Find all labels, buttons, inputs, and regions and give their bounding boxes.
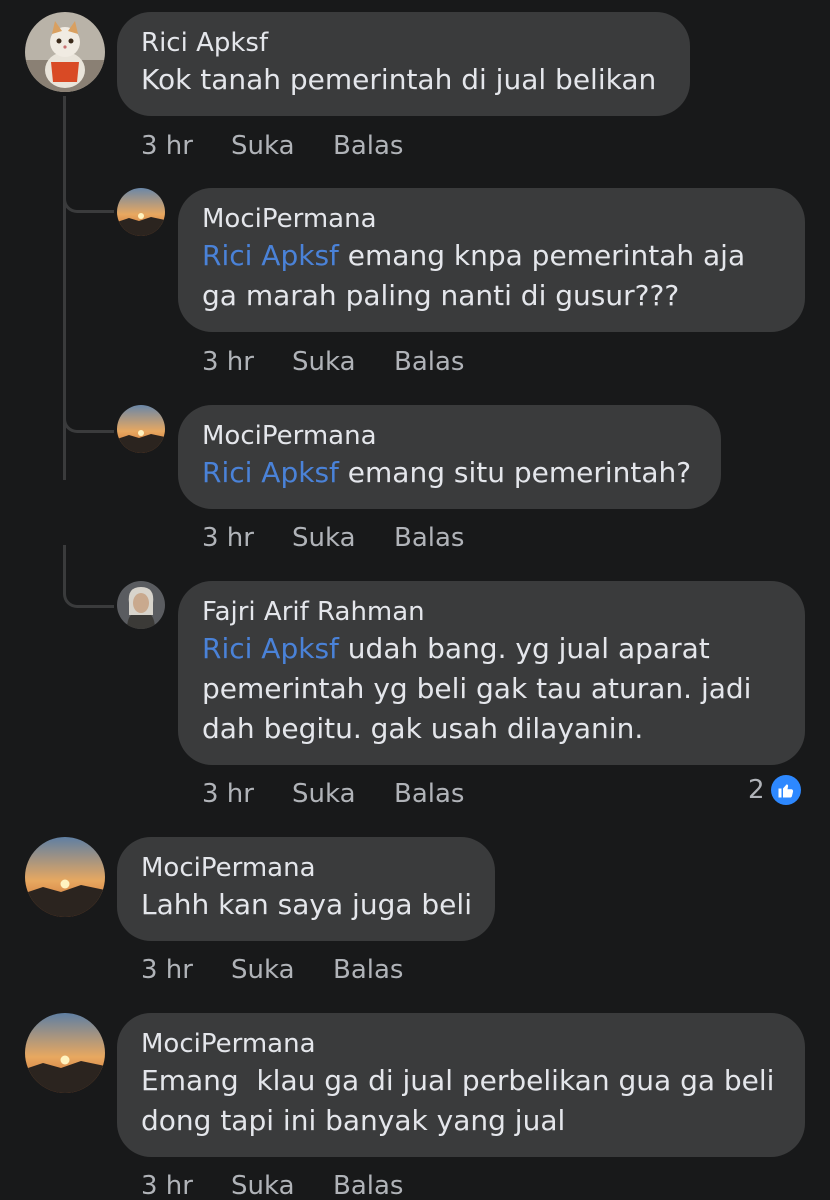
mention-link[interactable]: Rici Apksf <box>202 239 339 272</box>
comment-actions: 3 hr Suka Balas <box>202 345 502 379</box>
avatar-sunset[interactable] <box>25 837 105 917</box>
comment-actions: 3 hr Suka Balas <box>202 777 502 811</box>
sunset-avatar-image <box>25 837 105 917</box>
like-button[interactable]: Suka <box>231 1169 295 1200</box>
comment-time[interactable]: 3 hr <box>141 953 193 987</box>
thread-branch <box>63 370 114 433</box>
comment-text: ga marah paling nanti di gusur??? <box>202 279 680 312</box>
comment-text: Rici Apksf udah bang. yg jual aparat <box>202 632 710 665</box>
reply-button[interactable]: Balas <box>333 953 403 987</box>
reply-button[interactable]: Balas <box>394 345 464 379</box>
mention-link[interactable]: Rici Apksf <box>202 456 339 489</box>
reply-button[interactable]: Balas <box>333 1169 403 1200</box>
comment-time[interactable]: 3 hr <box>202 777 254 811</box>
thread-branch <box>63 150 114 213</box>
avatar-cat[interactable] <box>25 12 105 92</box>
reaction-summary[interactable]: 2 <box>748 775 801 805</box>
comment-author[interactable]: Fajri Arif Rahman <box>202 595 781 629</box>
avatar-sunset[interactable] <box>117 188 165 236</box>
comment-text: Emang klau ga di jual perbelikan gua ga … <box>141 1064 775 1097</box>
comment-actions: 3 hr Suka Balas <box>141 953 441 987</box>
comment-text: dong tapi ini banyak yang jual <box>141 1104 566 1137</box>
thumbs-up-icon <box>770 775 801 805</box>
reply-button[interactable]: Balas <box>394 777 464 811</box>
avatar-portrait[interactable] <box>117 581 165 629</box>
mention-link[interactable]: Rici Apksf <box>202 632 339 665</box>
reply-button[interactable]: Balas <box>333 129 403 163</box>
sunset-avatar-image <box>117 405 165 453</box>
comment-actions: 3 hr Suka Balas <box>141 1169 441 1200</box>
comment-text: pemerintah yg beli gak tau aturan. jadi <box>202 672 752 705</box>
portrait-avatar-image <box>117 581 165 629</box>
comment-text: dah begitu. gak usah dilayanin. <box>202 712 644 745</box>
comment-thread: Rici Apksf Kok tanah pemerintah di jual … <box>0 0 830 1200</box>
comment-actions: 3 hr Suka Balas <box>141 129 441 163</box>
reaction-count: 2 <box>748 775 765 805</box>
like-button[interactable]: Suka <box>292 777 356 811</box>
comment-bubble[interactable]: Rici Apksf Kok tanah pemerintah di jual … <box>117 12 690 116</box>
reply-button[interactable]: Balas <box>394 521 464 555</box>
like-button[interactable]: Suka <box>231 953 295 987</box>
comment-actions: 3 hr Suka Balas <box>202 521 502 555</box>
sunset-avatar-image <box>25 1013 105 1093</box>
sunset-avatar-image <box>117 188 165 236</box>
avatar-sunset[interactable] <box>25 1013 105 1093</box>
like-button[interactable]: Suka <box>292 521 356 555</box>
comment-time[interactable]: 3 hr <box>202 521 254 555</box>
comment-author[interactable]: MociPermana <box>202 202 781 236</box>
comment-time[interactable]: 3 hr <box>202 345 254 379</box>
comment-bubble[interactable]: Fajri Arif Rahman Rici Apksf udah bang. … <box>178 581 805 765</box>
comment-bubble[interactable]: MociPermana Lahh kan saya juga beli <box>117 837 495 941</box>
comment-bubble[interactable]: MociPermana Emang klau ga di jual perbel… <box>117 1013 805 1157</box>
comment-bubble[interactable]: MociPermana Rici Apksf emang knpa pemeri… <box>178 188 805 332</box>
comment-time[interactable]: 3 hr <box>141 1169 193 1200</box>
thread-branch <box>63 545 114 608</box>
comment-bubble[interactable]: MociPermana Rici Apksf emang situ pemeri… <box>178 405 721 509</box>
comment-author[interactable]: MociPermana <box>202 419 697 453</box>
like-button[interactable]: Suka <box>292 345 356 379</box>
comment-author[interactable]: Rici Apksf <box>141 26 666 60</box>
comment-text: Rici Apksf emang situ pemerintah? <box>202 456 692 489</box>
comment-text: Lahh kan saya juga beli <box>141 888 472 921</box>
cat-avatar-image <box>25 12 105 92</box>
comment-text: Kok tanah pemerintah di jual belikan <box>141 63 657 96</box>
comment-author[interactable]: MociPermana <box>141 1027 781 1061</box>
like-button[interactable]: Suka <box>231 129 295 163</box>
comment-time[interactable]: 3 hr <box>141 129 193 163</box>
avatar-sunset[interactable] <box>117 405 165 453</box>
comment-text: Rici Apksf emang knpa pemerintah aja <box>202 239 746 272</box>
comment-author[interactable]: MociPermana <box>141 851 471 885</box>
